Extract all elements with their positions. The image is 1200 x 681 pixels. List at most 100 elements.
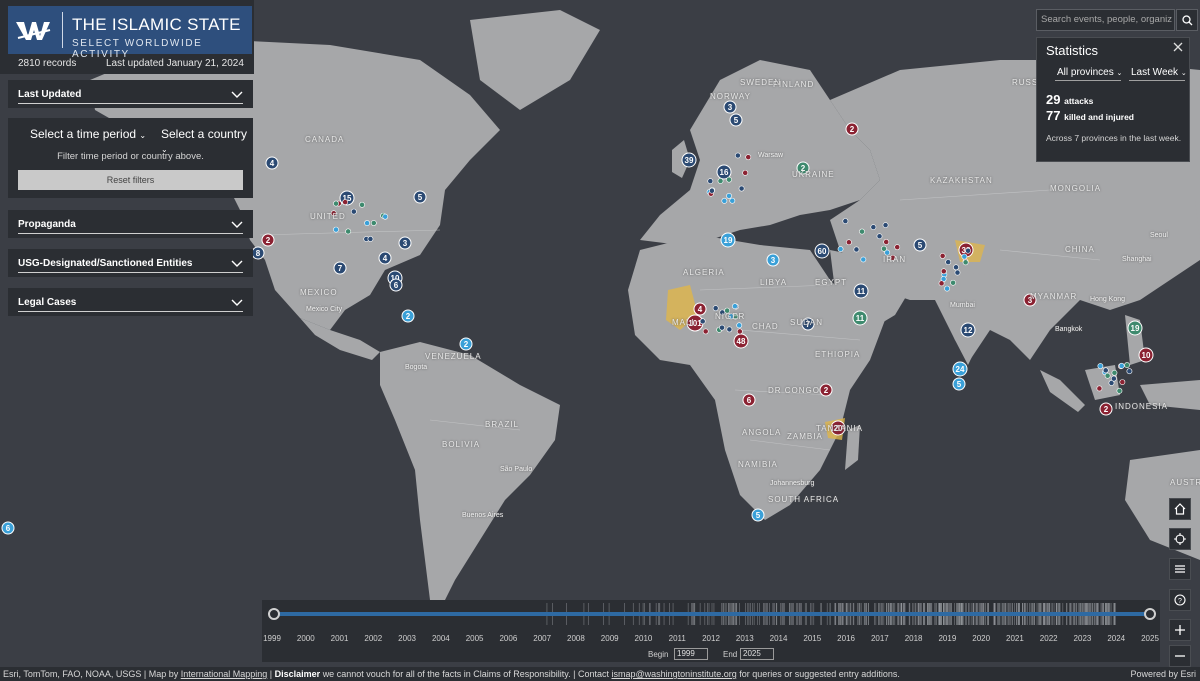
international-mapping-link[interactable]: International Mapping [181,669,268,679]
marker-count: 2 [824,386,829,395]
marker-count: 11 [856,314,865,323]
zoom-in-button[interactable] [1169,619,1191,641]
email-suffix: for queries or suggested entry additions… [739,669,900,679]
incident-marker[interactable]: 12 [960,322,976,338]
timeline-start-handle[interactable] [268,608,280,620]
attacks-stat: 29 attacks [1046,92,1093,107]
incident-marker[interactable]: 60 [814,243,830,259]
incident-marker[interactable]: 5 [952,377,966,391]
filters-panel: Select a time period ⌄ Select a country … [8,118,253,198]
home-button[interactable] [1169,498,1191,520]
incident-marker[interactable]: 19 [1127,320,1143,336]
incident-marker[interactable]: 8 [251,246,265,260]
label-buenos-aires: Buenos Aires [462,512,504,519]
incident-marker[interactable]: 3 [398,236,412,250]
incident-dot [954,269,961,276]
incident-marker[interactable]: 4 [378,251,392,265]
chevron-down-icon [231,221,243,228]
legal-cases-dropdown[interactable]: Legal Cases [18,294,243,312]
record-count: 2810 records [18,58,77,69]
incident-marker[interactable]: 6 [1,521,15,535]
incident-marker[interactable]: 11 [853,283,869,299]
search-input[interactable]: Search events, people, organiz [1036,9,1175,31]
reset-filters-button[interactable]: Reset filters [18,170,243,190]
year-label: 2018 [904,634,923,643]
incident-dot [876,233,883,240]
period-filter-dropdown[interactable]: Last Week ⌄ [1131,67,1187,78]
time-period-label: Select a time period [30,127,137,141]
incident-marker[interactable]: 4 [265,156,279,170]
incident-marker[interactable]: 2 [401,309,415,323]
propaganda-panel: Propaganda [8,210,253,238]
incident-marker[interactable]: 2 [845,122,859,136]
casualties-stat: 77 killed and injured [1046,108,1134,123]
marker-count: 5 [756,511,761,520]
incident-dot [1126,368,1133,375]
layer-list-button[interactable] [1169,558,1191,580]
label-norway: NORWAY [710,92,751,101]
timeline-track[interactable] [272,612,1150,616]
locate-button[interactable] [1169,528,1191,550]
incident-marker[interactable]: 19 [720,232,736,248]
country-label: Select a country [161,127,248,141]
list-icon [1175,565,1185,573]
incident-dot [1124,362,1130,368]
incident-dot [721,197,728,204]
incident-marker[interactable]: 5 [729,113,743,127]
year-label: 2025 [1141,634,1159,643]
timeline-slider[interactable]: 1999 2000 2001 2002 2003 2004 2005 2006 2007 2008… [262,600,1160,662]
timeline-end-handle[interactable] [1144,608,1156,620]
marker-count: 24 [956,365,965,374]
label-south-africa: SOUTH AFRICA [768,495,840,504]
incident-marker[interactable]: 48 [733,333,749,349]
incident-marker[interactable]: 5 [751,508,765,522]
incident-marker[interactable]: 7 [333,261,347,275]
incident-dot [860,256,867,263]
incident-marker[interactable]: 10 [1138,347,1154,363]
incident-marker[interactable]: 11 [852,310,868,326]
close-icon[interactable] [1173,42,1183,52]
marker-count: 11 [857,287,866,296]
marker-count: 3 [728,103,733,112]
chevron-down-icon [231,299,243,306]
marker-count: 2 [1104,405,1109,414]
search-button[interactable] [1176,9,1198,31]
incident-marker[interactable]: 24 [952,361,968,377]
contact-email-link[interactable]: ismap@washingtoninstitute.org [612,669,737,679]
incident-dot [1118,362,1125,369]
marker-count: 7 [338,264,343,273]
year-label: 2022 [1039,634,1058,643]
sort-dropdown[interactable]: Last Updated [18,86,243,104]
sanctioned-entities-dropdown[interactable]: USG-Designated/Sanctioned Entities [18,255,243,273]
year-label: 2001 [330,634,349,643]
incident-marker[interactable]: 2 [819,383,833,397]
begin-year-input[interactable]: 1999 [674,648,708,660]
incident-marker[interactable]: 2 [261,233,275,247]
incident-marker[interactable]: 5 [413,190,427,204]
end-year-input[interactable]: 2025 [740,648,774,660]
incident-dot [333,200,339,207]
incident-marker[interactable]: 2 [1099,402,1113,416]
label-namibia: NAMIBIA [738,460,778,469]
province-filter-dropdown[interactable]: All provinces ⌄ [1057,67,1122,78]
incident-marker[interactable]: 39 [681,152,697,168]
zoom-out-button[interactable] [1169,645,1191,667]
incident-marker[interactable]: 5 [913,238,927,252]
incident-dot [736,322,743,329]
incident-marker[interactable]: 3 [723,100,737,114]
incident-marker[interactable]: 4 [693,302,707,316]
incident-marker[interactable]: 6 [389,278,403,292]
time-period-select[interactable]: Select a time period ⌄ [30,127,146,141]
incident-dot [870,224,877,231]
incident-dot [709,187,715,194]
statistics-note: Across 7 provinces in the last week. [1046,133,1182,143]
label-angola: ANGOLA [742,428,782,437]
help-button[interactable]: ? [1169,589,1191,611]
incident-marker[interactable]: 2 [459,337,473,351]
incident-dot [950,279,956,286]
incident-marker[interactable]: 6 [742,393,756,407]
label-indonesia: INDONESIA [1115,402,1169,411]
incident-marker[interactable]: 3 [766,253,780,267]
marker-count: 8 [256,249,261,258]
propaganda-dropdown[interactable]: Propaganda [18,216,243,234]
